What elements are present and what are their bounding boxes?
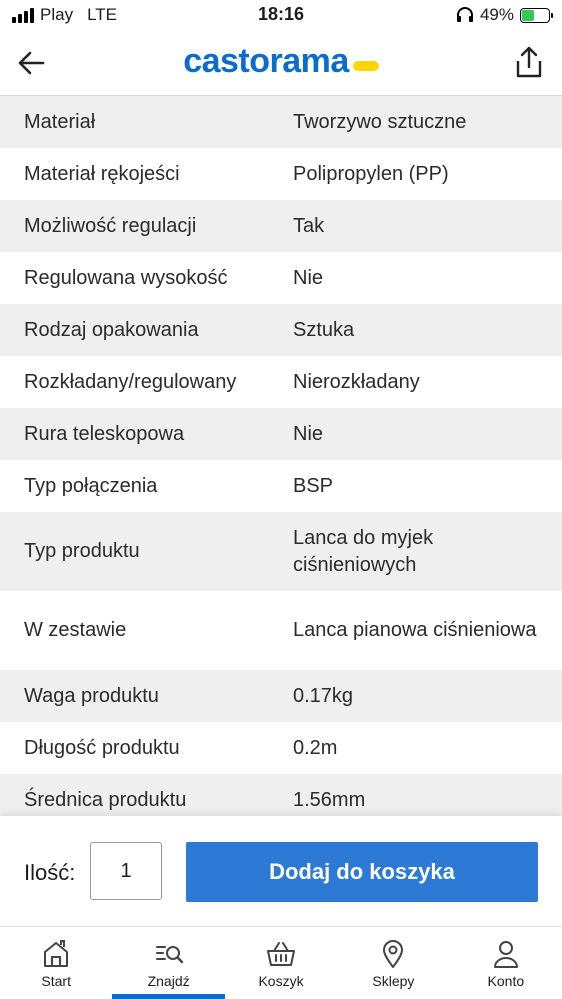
add-to-cart-bar: Ilość: Dodaj do koszyka [0, 816, 562, 926]
table-row: Typ produktu Lanca do myjek ciśnieniowyc… [0, 512, 562, 591]
nav-item-konto[interactable]: Konto [450, 927, 562, 999]
spec-label: Typ połączenia [24, 474, 158, 497]
user-icon [493, 941, 518, 968]
nav-item-start[interactable]: Start [0, 927, 112, 999]
spec-label: Typ produktu [24, 540, 140, 562]
bottom-navigation: Start Znajdź Koszyk Sklepy Konto [0, 926, 562, 999]
search-list-icon [155, 946, 183, 964]
nav-label: Start [41, 973, 71, 989]
table-row: Rodzaj opakowania Sztuka [0, 304, 562, 356]
spec-value: Lanca do myjek ciśnieniowych [293, 526, 434, 576]
spec-label: W zestawie [24, 619, 127, 641]
spec-label: Materiał [24, 110, 96, 133]
quantity-input[interactable] [90, 842, 162, 900]
table-row: Regulowana wysokość Nie [0, 252, 562, 304]
spec-value: Tworzywo sztuczne [293, 110, 467, 133]
table-row: Możliwość regulacji Tak [0, 200, 562, 252]
logo-text: castorama [183, 42, 349, 80]
table-row: W zestawie Lanca pianowa ciśnieniowa [0, 591, 562, 670]
table-row: Materiał rękojeści Polipropylen (PP) [0, 148, 562, 200]
spec-label: Waga produktu [24, 684, 159, 707]
battery-percent: 49% [479, 5, 514, 24]
home-icon [44, 940, 69, 967]
spec-label: Rozkładany/regulowany [24, 370, 237, 393]
table-row: Materiał Tworzywo sztuczne [0, 96, 562, 148]
battery-icon [520, 7, 553, 23]
castorama-logo: castorama [0, 42, 562, 81]
table-row: Długość produktu 0.2m [0, 722, 562, 774]
spec-value: 0.17kg [293, 684, 354, 707]
table-row: Typ połączenia BSP [0, 460, 562, 512]
table-row: Rozkładany/regulowany Nierozkładany [0, 356, 562, 408]
spec-value: Nie [293, 422, 324, 445]
nav-label: Konto [487, 973, 525, 989]
app-header: castorama [0, 32, 562, 96]
headphones-icon [456, 7, 473, 22]
spec-table: Materiał Tworzywo sztuczne Materiał ręko… [0, 96, 562, 816]
location-pin-icon [383, 940, 404, 968]
status-bar: Play LTE 18:16 49% [0, 0, 562, 32]
nav-label: Znajdź [147, 973, 190, 989]
spec-label: Rura teleskopowa [24, 422, 185, 445]
table-row: Rura teleskopowa Nie [0, 408, 562, 460]
spec-label: Rodzaj opakowania [24, 318, 199, 341]
spec-value: BSP [293, 474, 334, 497]
basket-icon [267, 942, 296, 966]
table-row: Średnica produktu 1.56mm [0, 774, 562, 816]
nav-item-znajdz[interactable]: Znajdź [112, 927, 226, 999]
spec-value: Sztuka [293, 318, 355, 341]
table-row: Waga produktu 0.17kg [0, 670, 562, 722]
nav-item-sklepy[interactable]: Sklepy [337, 927, 449, 999]
nav-label: Koszyk [258, 973, 304, 989]
spec-label: Regulowana wysokość [24, 266, 228, 289]
spec-value: Polipropylen (PP) [293, 162, 449, 185]
spec-value: 0.2m [293, 736, 338, 759]
battery-level [522, 9, 534, 21]
status-right: 49% [456, 5, 553, 25]
spec-value: 1.56mm [293, 788, 366, 811]
spec-label: Materiał rękojeści [24, 162, 180, 185]
logo-accent-bar [352, 60, 379, 71]
nav-label: Sklepy [372, 973, 415, 989]
spec-value: Nie [293, 266, 324, 289]
spec-value: Nierozkładany [293, 370, 420, 393]
share-button[interactable] [510, 42, 548, 82]
share-icon [516, 46, 542, 78]
spec-label: Możliwość regulacji [24, 214, 197, 237]
spec-value: Lanca pianowa ciśnieniowa [293, 619, 537, 641]
spec-value: Tak [293, 214, 325, 237]
spec-label: Średnica produktu [24, 788, 187, 811]
quantity-label: Ilość: [24, 860, 76, 885]
spec-label: Długość produktu [24, 736, 180, 759]
add-to-cart-button[interactable]: Dodaj do koszyka [186, 842, 538, 902]
nav-item-koszyk[interactable]: Koszyk [225, 927, 337, 999]
